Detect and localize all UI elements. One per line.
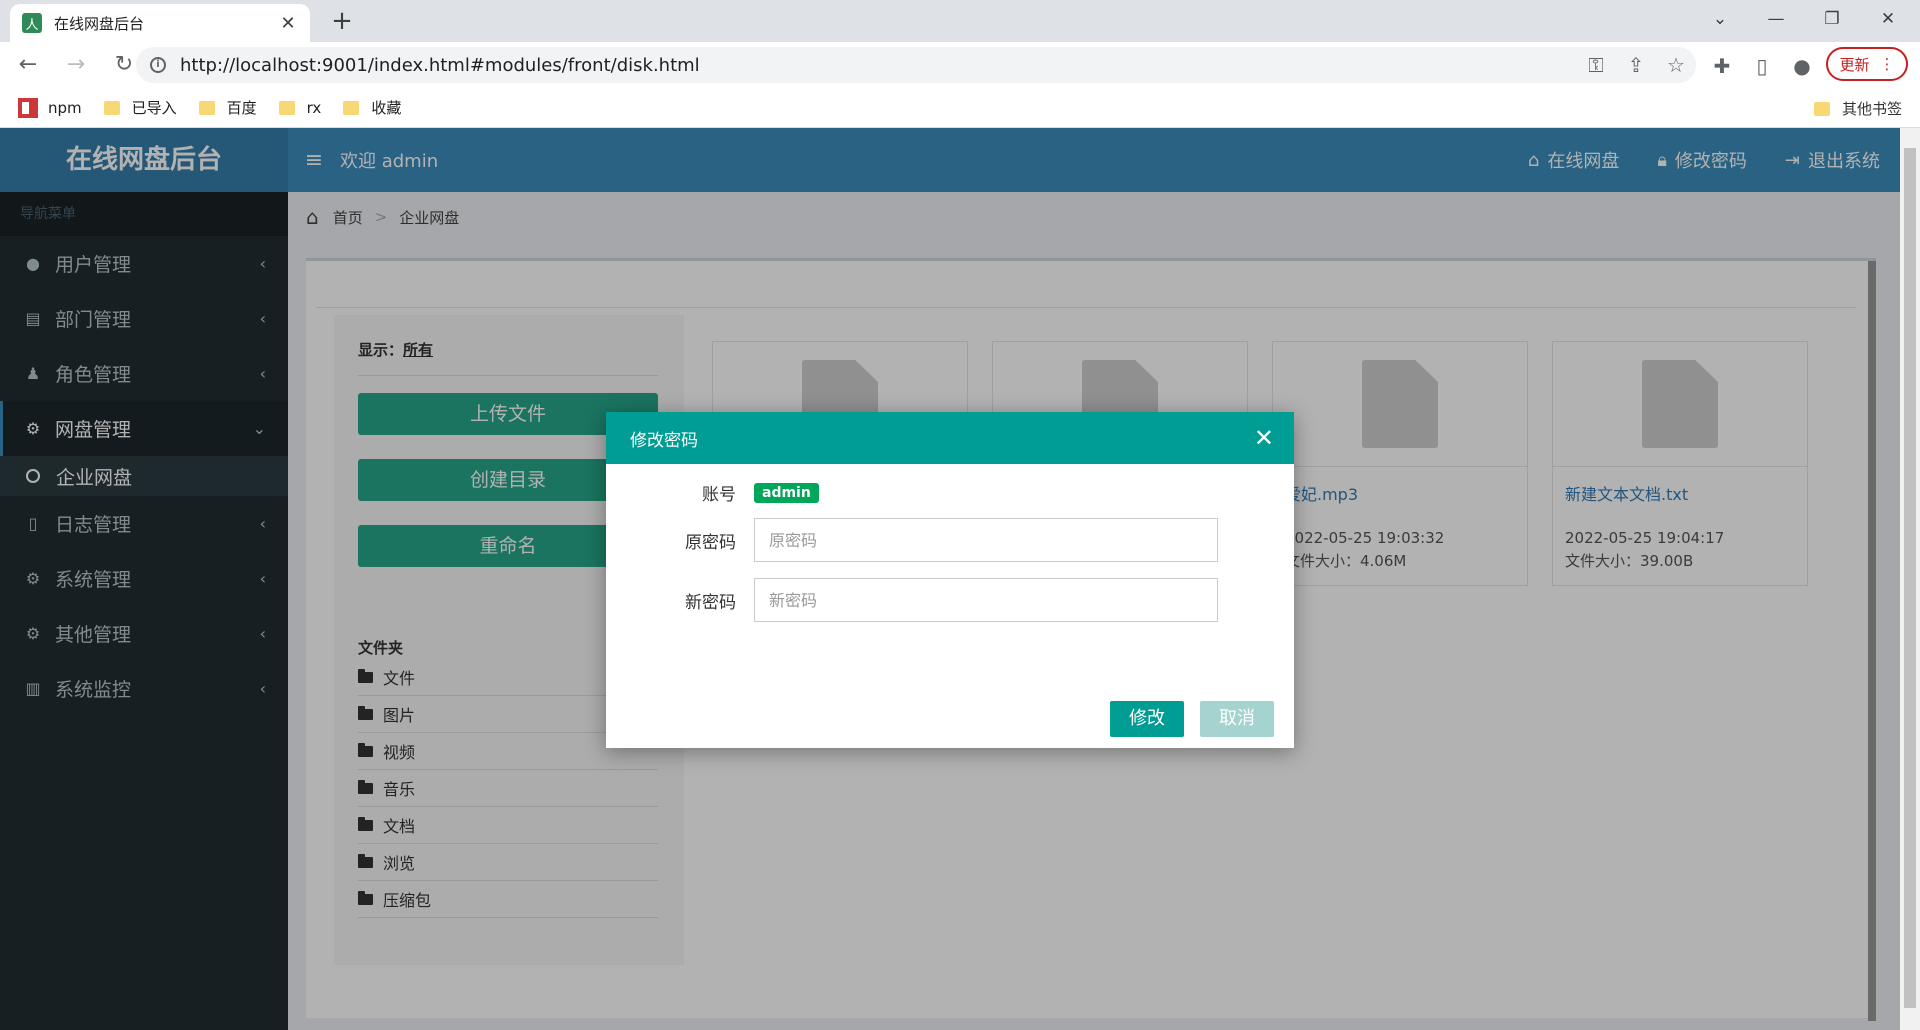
- old-password-label: 原密码: [685, 532, 736, 553]
- new-password-input[interactable]: [754, 578, 1218, 622]
- folder-icon: [1813, 101, 1830, 116]
- cancel-button[interactable]: 取消: [1200, 701, 1274, 737]
- bookmark-other[interactable]: 其他书签: [1813, 98, 1902, 119]
- bookmark-label: 已导入: [131, 99, 177, 117]
- folder-icon: [278, 100, 295, 115]
- bookmark-baidu[interactable]: 百度: [198, 97, 257, 118]
- modal-title: 修改密码: [630, 430, 698, 451]
- site-info-icon[interactable]: i: [150, 57, 166, 73]
- account-badge: admin: [754, 482, 819, 503]
- profile-icon[interactable]: ●: [1784, 48, 1820, 84]
- change-password-modal: 修改密码 ✕ 账号 admin 原密码 新密码 修改 取消: [606, 412, 1294, 748]
- update-label: 更新: [1839, 55, 1870, 74]
- kebab-menu-icon: ⋮: [1879, 55, 1895, 73]
- bookmark-label: 百度: [226, 99, 257, 117]
- new-password-row: 新密码: [606, 578, 1294, 622]
- browser-toolbar: ← → ↻ i http://localhost:9001/index.html…: [0, 42, 1920, 88]
- bookmark-label: 收藏: [371, 99, 402, 117]
- bookmark-npm[interactable]: npm: [18, 97, 82, 118]
- new-password-label: 新密码: [685, 592, 736, 613]
- key-icon[interactable]: ⚿: [1576, 53, 1616, 77]
- app-root: 在线网盘后台 导航菜单 ● 用户管理 ‹ ▤ 部门管理 ‹ ♟ 角色管理 ‹ ⚙…: [0, 128, 1900, 1030]
- update-button[interactable]: 更新 ⋮: [1826, 47, 1908, 81]
- close-icon[interactable]: ✕: [1254, 424, 1274, 452]
- extensions-icon[interactable]: ✚: [1704, 48, 1740, 84]
- url-text[interactable]: http://localhost:9001/index.html#modules…: [180, 55, 1576, 76]
- bookmark-rx[interactable]: rx: [278, 98, 322, 117]
- folder-icon: [198, 100, 215, 115]
- browser-tabstrip: 人 在线网盘后台 ✕ + ⌄ — ❐ ✕: [0, 0, 1920, 42]
- folder-icon: [103, 100, 120, 115]
- share-icon[interactable]: ⇪: [1616, 53, 1656, 77]
- page-scrollbar-thumb[interactable]: [1904, 148, 1916, 1008]
- new-tab-button[interactable]: +: [326, 6, 358, 38]
- npm-icon: [18, 97, 38, 118]
- tab-favicon-icon: 人: [22, 13, 42, 33]
- browser-tab[interactable]: 人 在线网盘后台 ✕: [10, 4, 310, 42]
- tab-close-icon[interactable]: ✕: [278, 13, 298, 34]
- bookmark-favorites[interactable]: 收藏: [343, 97, 401, 118]
- bookmark-label: 其他书签: [1841, 100, 1902, 118]
- sidepanel-icon[interactable]: ▯: [1744, 48, 1780, 84]
- old-password-row: 原密码: [606, 518, 1294, 562]
- minimize-icon[interactable]: —: [1748, 0, 1804, 38]
- bookmark-label: rx: [306, 98, 322, 117]
- address-bar[interactable]: i http://localhost:9001/index.html#modul…: [136, 47, 1696, 83]
- bookmark-label: npm: [48, 98, 82, 117]
- page-scrollbar[interactable]: [1900, 128, 1920, 1030]
- star-icon[interactable]: ☆: [1656, 53, 1696, 77]
- restore-icon[interactable]: ❐: [1804, 0, 1860, 38]
- tab-title: 在线网盘后台: [54, 14, 145, 33]
- folder-icon: [343, 100, 360, 115]
- close-window-icon[interactable]: ✕: [1860, 0, 1916, 38]
- bookmark-imported[interactable]: 已导入: [103, 97, 177, 118]
- old-password-input[interactable]: [754, 518, 1218, 562]
- modal-header: 修改密码: [606, 412, 1294, 464]
- bookmarks-bar: npm 已导入 百度 rx 收藏 其他书签: [0, 88, 1920, 128]
- tab-search-icon[interactable]: ⌄: [1692, 0, 1748, 38]
- forward-icon[interactable]: →: [56, 45, 96, 85]
- confirm-button[interactable]: 修改: [1110, 701, 1184, 737]
- back-icon[interactable]: ←: [8, 45, 48, 85]
- account-row: 账号 admin: [606, 480, 1294, 505]
- account-label: 账号: [702, 485, 736, 505]
